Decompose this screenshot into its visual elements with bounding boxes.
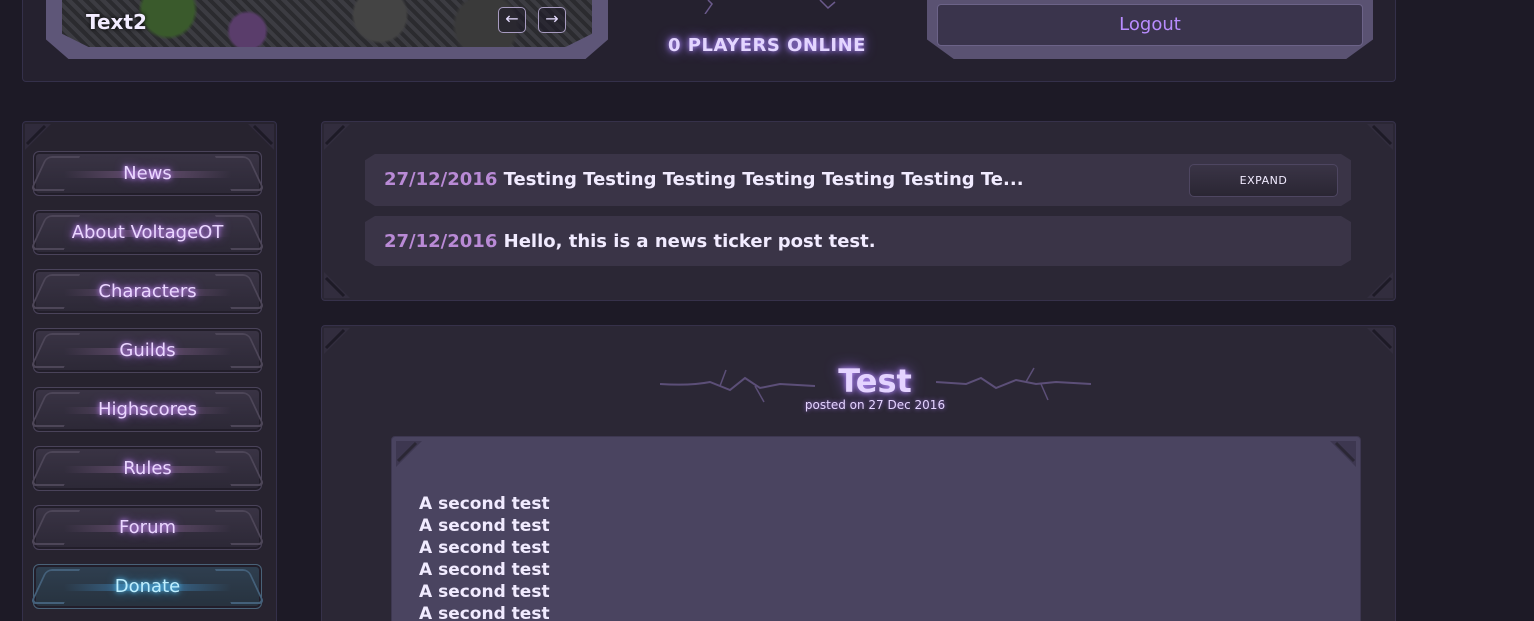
article-title: Test bbox=[838, 362, 912, 400]
ticker-date: 27/12/2016 bbox=[384, 169, 498, 190]
corner-decoration-icon bbox=[1365, 270, 1395, 300]
arrow-right-icon: → bbox=[545, 9, 559, 28]
sidebar-item-donate[interactable]: Donate bbox=[29, 564, 266, 609]
players-online-count: 0 PLAYERS ONLINE bbox=[668, 35, 866, 56]
sidebar-item-label: About VoltageOT bbox=[71, 222, 224, 243]
sidebar-item-about[interactable]: About VoltageOT bbox=[29, 210, 266, 255]
sidebar-item-characters[interactable]: Characters bbox=[29, 269, 266, 314]
ticker-text: Testing Testing Testing Testing Testing … bbox=[503, 169, 1024, 190]
corner-decoration-icon bbox=[1365, 122, 1395, 152]
slider-prev-button[interactable]: ← bbox=[498, 7, 526, 33]
article-line: A second test bbox=[419, 582, 550, 602]
slider-next-button[interactable]: → bbox=[538, 7, 566, 33]
sidebar-item-label: Highscores bbox=[97, 399, 198, 420]
article-line: A second test bbox=[419, 604, 550, 621]
article-line: A second test bbox=[419, 538, 550, 558]
corner-decoration-icon bbox=[23, 122, 53, 152]
logout-button[interactable]: Logout bbox=[937, 4, 1363, 46]
corner-decoration-icon bbox=[1328, 439, 1358, 469]
sidebar-item-label: Forum bbox=[118, 517, 177, 538]
sidebar-item-label: Guilds bbox=[119, 340, 176, 361]
lightning-decoration-icon bbox=[704, 0, 836, 14]
corner-decoration-icon bbox=[394, 439, 424, 469]
article-line: A second test bbox=[419, 494, 550, 514]
ticker-text: Hello, this is a news ticker post test. bbox=[503, 231, 876, 252]
news-ticker-panel bbox=[321, 121, 1396, 301]
sidebar-item-rules[interactable]: Rules bbox=[29, 446, 266, 491]
sidebar-item-label: Donate bbox=[114, 576, 181, 597]
article-line: A second test bbox=[419, 516, 550, 536]
article-meta: posted on 27 Dec 2016 bbox=[804, 398, 946, 412]
sidebar-item-label: Characters bbox=[98, 281, 197, 302]
corner-decoration-icon bbox=[322, 270, 352, 300]
corner-decoration-icon bbox=[322, 326, 352, 356]
sidebar-item-guilds[interactable]: Guilds bbox=[29, 328, 266, 373]
sidebar-item-news[interactable]: News bbox=[29, 151, 266, 196]
article-line: A second test bbox=[419, 560, 550, 580]
sidebar-item-label: News bbox=[123, 163, 172, 184]
ticker-date: 27/12/2016 bbox=[384, 231, 498, 252]
sidebar-item-highscores[interactable]: Highscores bbox=[29, 387, 266, 432]
sidebar-item-forum[interactable]: Forum bbox=[29, 505, 266, 550]
corner-decoration-icon bbox=[1365, 326, 1395, 356]
ticker-expand-button[interactable]: EXPAND bbox=[1189, 164, 1338, 197]
sidebar-item-label: Rules bbox=[123, 458, 172, 479]
slider-title: Text2 bbox=[86, 10, 147, 34]
arrow-left-icon: ← bbox=[505, 9, 519, 28]
corner-decoration-icon bbox=[322, 122, 352, 152]
ticker-entry[interactable]: 27/12/2016 Hello, this is a news ticker … bbox=[365, 216, 1351, 266]
corner-decoration-icon bbox=[246, 122, 276, 152]
article-content: A second test A second test A second tes… bbox=[419, 493, 550, 621]
